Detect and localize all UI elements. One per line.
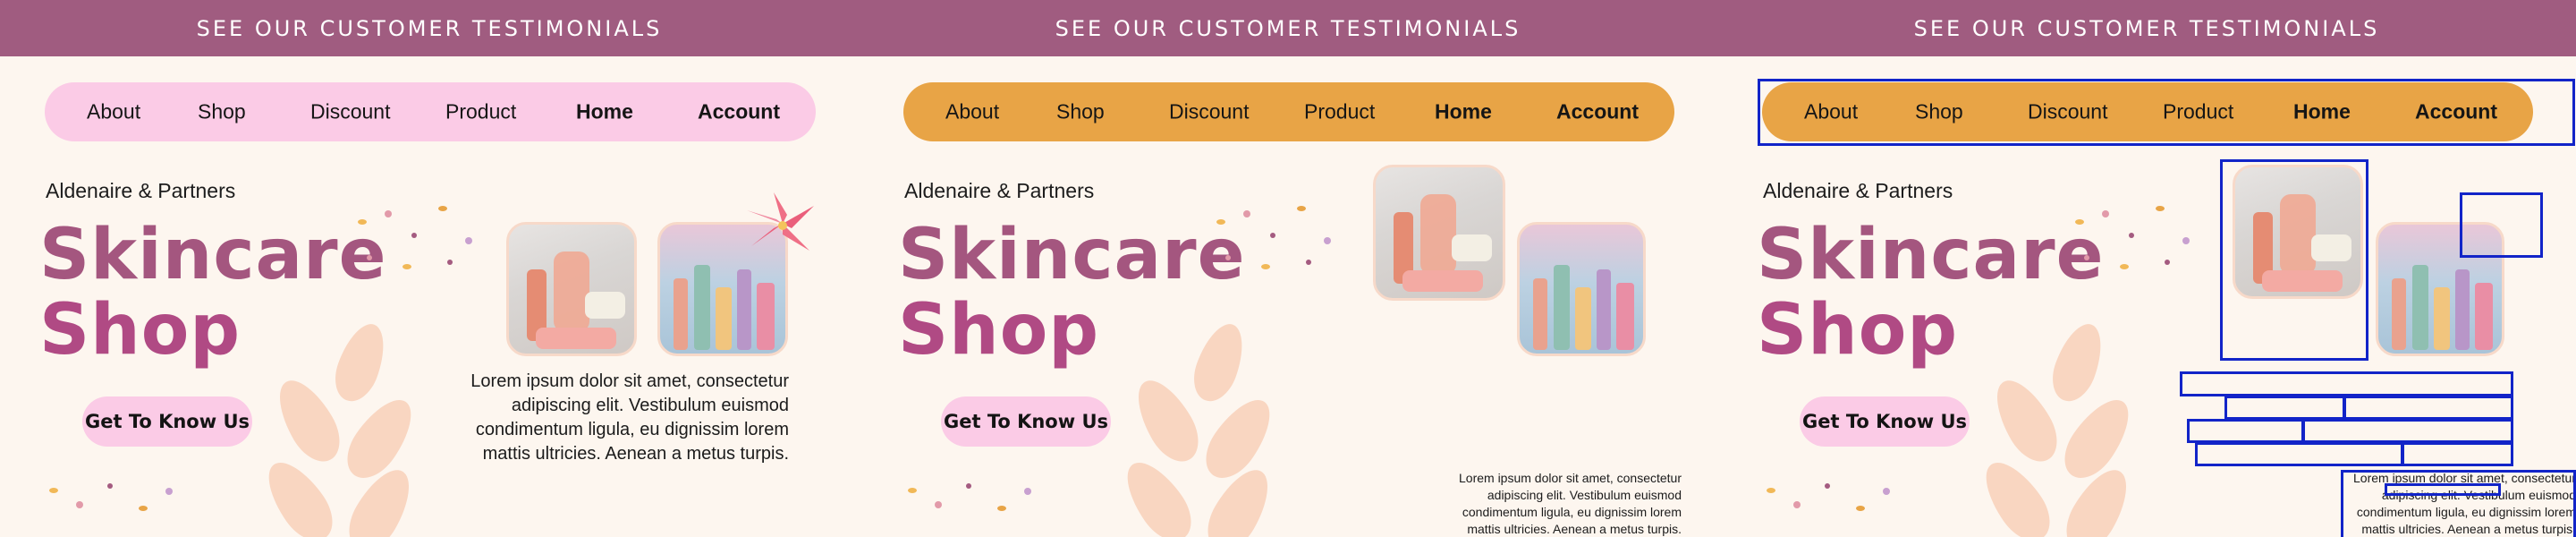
brand-name: Aldenaire & Partners: [46, 179, 236, 202]
get-to-know-us-button[interactable]: Get To Know Us: [941, 396, 1111, 447]
nav-account[interactable]: Account: [698, 100, 780, 124]
nav-account[interactable]: Account: [1556, 100, 1639, 124]
overlay-box-desc-3a: [2187, 419, 2304, 443]
description-text: Lorem ipsum dolor sit amet, consectetur …: [1459, 470, 1682, 537]
brand-name: Aldenaire & Partners: [1763, 179, 1953, 202]
banner-text: SEE OUR CUSTOMER TESTIMONIALS: [196, 15, 663, 41]
confetti-decoration: [349, 201, 492, 282]
design-variant-2: SEE OUR CUSTOMER TESTIMONIALS About Shop…: [859, 0, 1717, 537]
nav-about[interactable]: About: [945, 100, 999, 124]
overlay-box-serum-photo: [2220, 159, 2368, 361]
confetti-decoration: [2066, 201, 2209, 282]
nav-home[interactable]: Home: [1435, 100, 1492, 124]
confetti-decoration-bottom: [40, 479, 183, 533]
nav-shop[interactable]: Shop: [1056, 100, 1105, 124]
bottles-product-photo: [1517, 222, 1646, 356]
leaf-decoration: [1109, 313, 1306, 537]
overlay-box-desc-2b: [2343, 396, 2513, 420]
hero-title-line1: Skincare: [39, 215, 387, 295]
description-line: adipiscing elit. Vestibulum euismod: [1487, 488, 1682, 502]
confetti-decoration: [1208, 201, 1351, 282]
nav-home[interactable]: Home: [576, 100, 633, 124]
overlay-box-desc-2a: [2224, 396, 2345, 420]
get-to-know-us-button[interactable]: Get To Know Us: [82, 396, 252, 447]
design-variant-1: SEE OUR CUSTOMER TESTIMONIALS About Shop…: [0, 0, 859, 537]
testimonials-banner[interactable]: SEE OUR CUSTOMER TESTIMONIALS: [1717, 0, 2576, 56]
overlay-box-desc-4a: [2195, 442, 2403, 466]
nav-shop[interactable]: Shop: [198, 100, 246, 124]
description-line: condimentum ligula, eu dignissim lorem: [475, 420, 789, 439]
confetti-decoration-bottom: [899, 479, 1042, 533]
overlay-box-desc-4b: [2402, 442, 2513, 466]
hero-title-line2: Shop: [39, 290, 242, 371]
brand-name: Aldenaire & Partners: [904, 179, 1095, 202]
testimonials-banner[interactable]: SEE OUR CUSTOMER TESTIMONIALS: [0, 0, 859, 56]
overlay-box-nav: [1758, 79, 2575, 146]
description-text: Lorem ipsum dolor sit amet, consectetur …: [470, 370, 789, 466]
description-line: mattis ultricies. Aenean a metus turpis.: [482, 444, 789, 464]
leaf-decoration: [1968, 313, 2165, 537]
hero-title-line1: Skincare: [898, 215, 1246, 295]
overlay-box-small-desc-line: [2385, 483, 2501, 496]
banner-text: SEE OUR CUSTOMER TESTIMONIALS: [1055, 15, 1521, 41]
description-line: adipiscing elit. Vestibulum euismod: [511, 396, 789, 415]
banner-text: SEE OUR CUSTOMER TESTIMONIALS: [1913, 15, 2380, 41]
nav-product[interactable]: Product: [1304, 100, 1375, 124]
serum-product-photo: [506, 222, 637, 356]
design-variant-3-annotated: SEE OUR CUSTOMER TESTIMONIALS About Shop…: [1717, 0, 2576, 537]
pink-lily-icon: [742, 188, 823, 260]
description-line: Lorem ipsum dolor sit amet, consectetur: [470, 371, 789, 391]
description-line: condimentum ligula, eu dignissim lorem: [1462, 505, 1682, 519]
description-line: Lorem ipsum dolor sit amet, consectetur: [1459, 471, 1682, 485]
nav-discount[interactable]: Discount: [1169, 100, 1249, 124]
description-line: mattis ultricies. Aenean a metus turpis.: [1467, 522, 1682, 536]
main-nav: About Shop Discount Product Home Account: [45, 82, 816, 141]
overlay-box-desc-3b: [2302, 419, 2513, 443]
hero-title-line1: Skincare: [1757, 215, 2105, 295]
leaf-decoration: [250, 313, 447, 537]
serum-product-photo: [1373, 165, 1505, 301]
nav-product[interactable]: Product: [445, 100, 516, 124]
hero-title-line2: Shop: [898, 290, 1100, 371]
testimonials-banner[interactable]: SEE OUR CUSTOMER TESTIMONIALS: [859, 0, 1717, 56]
nav-discount[interactable]: Discount: [310, 100, 390, 124]
confetti-decoration-bottom: [1758, 479, 1901, 533]
main-nav: About Shop Discount Product Home Account: [903, 82, 1674, 141]
overlay-box-small-desc: [2341, 470, 2576, 537]
overlay-box-flower: [2460, 192, 2543, 258]
overlay-box-desc-1: [2180, 371, 2513, 396]
hero-title-line2: Shop: [1757, 290, 1959, 371]
nav-about[interactable]: About: [87, 100, 140, 124]
get-to-know-us-button[interactable]: Get To Know Us: [1800, 396, 1970, 447]
